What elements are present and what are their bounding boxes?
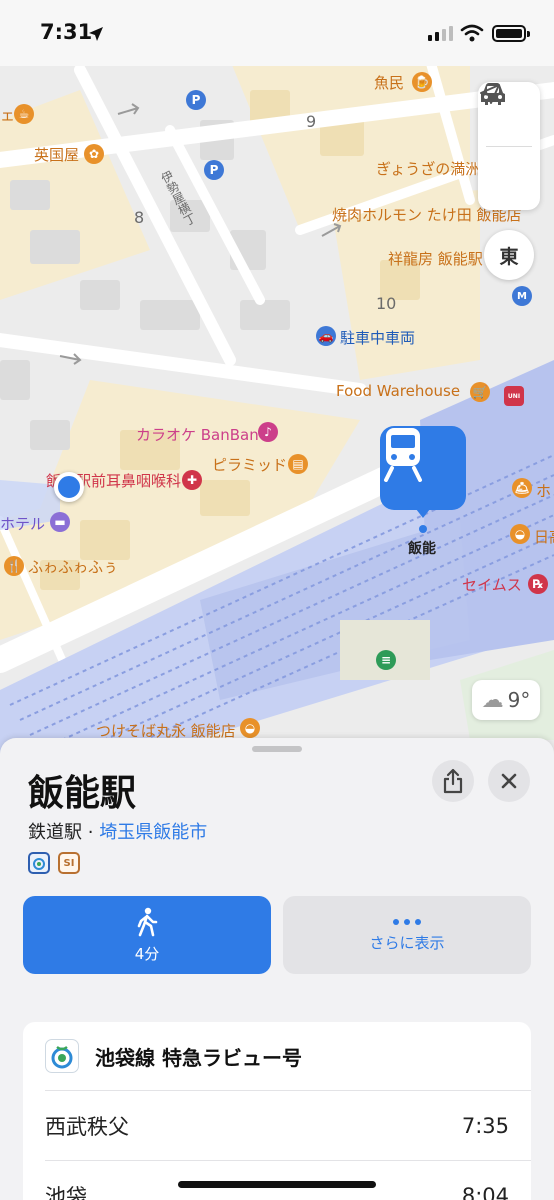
departure-row[interactable]: 池袋 8:04 <box>45 1160 531 1200</box>
map-label-fuwafuwa[interactable]: ふゎふゎふぅ <box>28 556 118 577</box>
block-number-9: 9 <box>306 112 317 131</box>
close-icon <box>501 773 517 789</box>
bed-icon[interactable]: ▬ <box>50 512 70 532</box>
map-view[interactable]: ☕ ェ P P 魚民 🍺 英国屋 ✿ ぎょうざの満洲 焼肉ホルモン たけ田 飯能… <box>0 0 554 760</box>
subtitle-separator: · <box>87 822 94 843</box>
status-bar: 7:31 <box>0 0 554 66</box>
seibu-line-badge-icon <box>28 852 50 874</box>
map-label-shoryubo[interactable]: 祥龍房 飯能駅 <box>388 248 483 269</box>
status-time: 7:31 <box>40 20 93 44</box>
medical-icon[interactable]: ✚ <box>182 470 202 490</box>
more-button[interactable]: さらに表示 <box>283 896 531 974</box>
bell-icon[interactable]: 🛎 <box>512 478 532 498</box>
map-label-food-warehouse[interactable]: Food Warehouse <box>336 382 460 400</box>
shop-icon[interactable]: ✿ <box>84 144 104 164</box>
weather-temperature: 9° <box>507 688 531 712</box>
departure-time: 8:04 <box>461 1183 509 1200</box>
station-pin[interactable] <box>380 426 466 518</box>
compass-label: 東 <box>499 245 519 268</box>
place-category: 鉄道駅 <box>28 822 82 843</box>
place-title: 飯能駅 <box>28 773 137 814</box>
line-badges: SI <box>28 852 80 874</box>
cellular-signal-icon <box>428 26 453 41</box>
close-button[interactable] <box>488 760 530 802</box>
noodle-icon[interactable]: ◒ <box>240 718 260 738</box>
map-label-gyoza[interactable]: ぎょうざの満洲 <box>376 158 480 179</box>
user-location-dot <box>54 472 84 502</box>
departure-time: 7:35 <box>461 1113 509 1138</box>
station-location-dot <box>419 525 427 533</box>
map-label-ho[interactable]: ホ <box>536 480 551 501</box>
map-background <box>0 55 554 760</box>
departure-destination: 池袋 <box>45 1184 87 1200</box>
line-header[interactable]: 池袋線 特急ラビュー号 <box>23 1022 531 1090</box>
compass-button[interactable]: 東 <box>484 230 534 280</box>
walking-icon <box>137 907 158 936</box>
cart-icon[interactable]: 🛒 <box>470 382 490 402</box>
pharmacy-icon[interactable]: ℞ <box>528 574 548 594</box>
battery-icon <box>492 25 530 42</box>
map-controls <box>478 82 540 210</box>
cloud-icon: ☁ <box>481 687 504 713</box>
location-services-icon <box>89 27 103 41</box>
place-subtitle: 鉄道駅 · 埼玉県飯能市 <box>28 818 207 844</box>
si-line-badge: SI <box>58 852 80 874</box>
weather-widget[interactable]: ☁ 9° <box>472 680 540 720</box>
map-label-hotel[interactable]: ホテル <box>0 513 45 534</box>
walk-time: 4分 <box>134 944 160 963</box>
fork-knife-icon[interactable]: 🍴 <box>4 556 24 576</box>
place-card-sheet: 飯能駅 鉄道駅 · 埼玉県飯能市 SI 4分 さらに表示 池袋線 特急ラビュー号… <box>0 738 554 1200</box>
parking-icon[interactable]: P <box>204 160 224 180</box>
line-name: 池袋線 特急ラビュー号 <box>95 1045 302 1070</box>
block-number-8: 8 <box>134 208 145 227</box>
uniqlo-icon[interactable]: UNI <box>504 386 524 406</box>
map-label-seimusu[interactable]: セイムス <box>462 574 522 595</box>
departure-row[interactable]: 西武秩父 7:35 <box>45 1090 531 1160</box>
restaurant-icon[interactable]: ▤ <box>288 454 308 474</box>
share-icon <box>443 768 463 794</box>
parking-icon[interactable]: P <box>186 90 206 110</box>
bowl-icon[interactable]: ◒ <box>510 524 530 544</box>
map-label-parking[interactable]: 駐車中車両 <box>340 327 415 348</box>
seibu-logo-icon <box>45 1039 79 1073</box>
map-label-pyramid[interactable]: ピラミッド <box>212 454 287 475</box>
location-link[interactable]: 埼玉県飯能市 <box>99 822 207 843</box>
map-label-cafe[interactable]: ェ <box>0 104 15 125</box>
station-map-label[interactable]: 飯能 <box>408 538 436 558</box>
share-button[interactable] <box>432 760 474 802</box>
departures-card: 池袋線 特急ラビュー号 西武秩父 7:35 池袋 8:04 <box>23 1022 531 1200</box>
location-arrow-icon <box>480 84 500 104</box>
block-number-10: 10 <box>376 294 397 313</box>
map-label-nikko[interactable]: 日高 <box>534 526 554 547</box>
walk-directions-button[interactable]: 4分 <box>23 896 271 974</box>
locate-me-button[interactable] <box>478 84 540 211</box>
map-label-eikokuya[interactable]: 英国屋 <box>34 144 79 165</box>
departure-destination: 西武秩父 <box>45 1114 129 1139</box>
sheet-grabber[interactable] <box>252 746 302 752</box>
train-icon <box>384 428 422 482</box>
wifi-icon <box>460 24 484 42</box>
metro-icon[interactable]: M <box>512 286 532 306</box>
more-label: さらに表示 <box>369 933 445 952</box>
bar-icon[interactable]: 🍺 <box>412 72 432 92</box>
train-exit-icon[interactable]: ≡ <box>376 650 396 670</box>
map-label-karaoke[interactable]: カラオケ BanBan <box>136 424 259 445</box>
cafe-icon[interactable]: ☕ <box>14 104 34 124</box>
home-indicator[interactable] <box>178 1181 376 1188</box>
map-label-gyomin[interactable]: 魚民 <box>374 72 404 93</box>
microphone-icon[interactable]: ♪ <box>258 422 278 442</box>
car-park-icon[interactable]: 🚗 <box>316 326 336 346</box>
more-dots-icon <box>393 918 421 925</box>
